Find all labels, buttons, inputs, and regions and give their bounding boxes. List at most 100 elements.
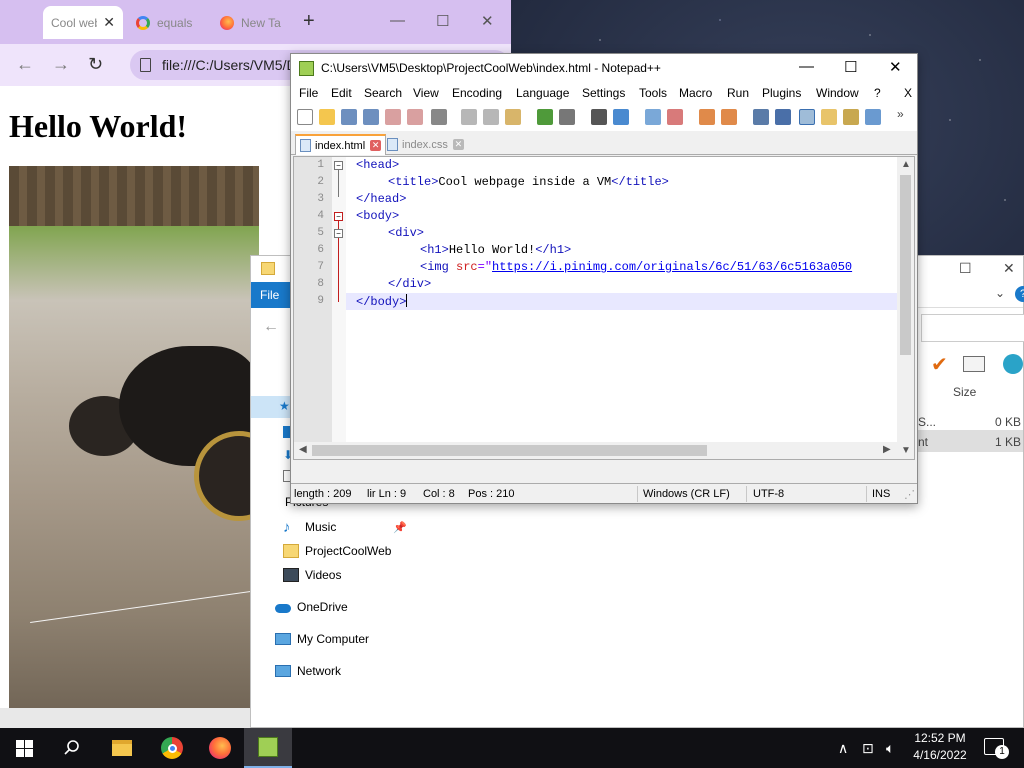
file-ribbon-tab[interactable]: File — [251, 282, 291, 308]
minimize-icon[interactable]: — — [390, 12, 405, 29]
redo-icon[interactable] — [559, 109, 575, 125]
code-editor[interactable]: 1 2 3 4 5 6 7 8 9 − − − <head> <title>Co… — [293, 156, 915, 460]
taskbar-chrome[interactable] — [148, 728, 196, 768]
file-name[interactable]: S... — [918, 415, 936, 429]
globe-icon[interactable] — [1003, 354, 1023, 374]
chevron-up-icon[interactable]: ∧ — [838, 740, 848, 757]
pin-icon[interactable]: 📌 — [393, 521, 407, 534]
nav-item-onedrive[interactable]: OneDrive — [275, 595, 348, 619]
scroll-up-icon[interactable]: ▲ — [901, 159, 911, 170]
tab-index-html[interactable]: index.html ✕ — [295, 134, 387, 155]
sync-vertical-icon[interactable] — [699, 109, 715, 125]
menu-language[interactable]: Language — [516, 86, 569, 100]
menu-window[interactable]: Window — [816, 86, 859, 100]
tab-index-css[interactable]: index.css ✕ — [383, 134, 468, 155]
network-icon[interactable]: ⊡ — [862, 740, 874, 757]
nav-item-music[interactable]: ♪ Music — [283, 515, 336, 539]
chevron-down-icon[interactable]: ⌄ — [995, 286, 1005, 300]
nav-item-videos[interactable]: Videos — [283, 563, 341, 587]
menu-help[interactable]: ? — [874, 86, 881, 100]
status-insert-mode[interactable]: INS — [872, 488, 890, 500]
search-box[interactable] — [921, 314, 1024, 342]
clock-time[interactable]: 12:52 PM — [905, 731, 975, 745]
close-tab-icon[interactable]: ✕ — [452, 139, 464, 150]
doc-map-icon[interactable] — [821, 109, 837, 125]
search-button[interactable] — [48, 728, 96, 768]
nav-item-network[interactable]: Network — [275, 659, 341, 683]
minimize-icon[interactable]: — — [799, 58, 814, 75]
nav-item-my-computer[interactable]: My Computer — [275, 627, 369, 651]
resize-grip-icon[interactable]: ⋰ — [904, 488, 915, 501]
close-icon[interactable]: ✕ — [1003, 260, 1015, 277]
horizontal-scrollbar[interactable]: ◀ ▶ — [294, 442, 899, 459]
new-tab-button[interactable]: + — [303, 10, 315, 33]
menu-tools[interactable]: Tools — [639, 86, 667, 100]
paste-icon[interactable] — [505, 109, 521, 125]
menu-settings[interactable]: Settings — [582, 86, 625, 100]
menu-edit[interactable]: Edit — [331, 86, 352, 100]
maximize-icon[interactable]: ☐ — [844, 58, 857, 76]
notification-icon[interactable]: 1 — [984, 738, 1009, 759]
menu-close-doc[interactable]: X — [904, 86, 912, 100]
undo-icon[interactable] — [537, 109, 553, 125]
menu-plugins[interactable]: Plugins — [762, 86, 801, 100]
start-button[interactable] — [0, 728, 48, 768]
print-icon[interactable] — [431, 109, 447, 125]
status-eol[interactable]: Windows (CR LF) — [643, 488, 730, 500]
menu-encoding[interactable]: Encoding — [452, 86, 502, 100]
menu-file[interactable]: File — [299, 86, 318, 100]
vertical-scrollbar[interactable]: ▲ ▼ — [897, 157, 914, 459]
file-name[interactable]: nt — [918, 435, 928, 449]
taskbar-notepadpp[interactable] — [244, 728, 292, 768]
chrome-tab-new-tab[interactable]: New Ta — [212, 6, 292, 39]
scroll-thumb[interactable] — [900, 175, 911, 355]
image-url-link[interactable]: https://i.pinimg.com/originals/6c/51/63/… — [492, 260, 852, 274]
size-column-header[interactable]: Size — [953, 385, 976, 399]
menu-view[interactable]: View — [413, 86, 439, 100]
scroll-thumb[interactable] — [312, 445, 707, 456]
back-icon[interactable]: ← — [16, 54, 34, 75]
fold-toggle-icon[interactable]: − — [334, 161, 343, 170]
volume-icon[interactable]: 🔈︎ — [886, 740, 894, 757]
indent-guide-icon[interactable] — [799, 109, 815, 125]
rename-icon[interactable] — [963, 356, 985, 372]
save-icon[interactable] — [341, 109, 357, 125]
menu-macro[interactable]: Macro — [679, 86, 712, 100]
zoom-in-icon[interactable] — [645, 109, 661, 125]
scroll-down-icon[interactable]: ▼ — [901, 445, 911, 456]
find-icon[interactable] — [591, 109, 607, 125]
maximize-icon[interactable]: ☐ — [436, 12, 449, 30]
open-file-icon[interactable] — [319, 109, 335, 125]
scroll-left-icon[interactable]: ◀ — [299, 444, 307, 455]
close-all-icon[interactable] — [407, 109, 423, 125]
maximize-icon[interactable]: ☐ — [959, 260, 972, 277]
close-file-icon[interactable] — [385, 109, 401, 125]
show-all-characters-icon[interactable] — [775, 109, 791, 125]
status-encoding[interactable]: UTF-8 — [753, 488, 784, 500]
cut-icon[interactable] — [461, 109, 477, 125]
clock-date[interactable]: 4/16/2022 — [905, 748, 975, 762]
close-icon[interactable]: ✕ — [889, 58, 902, 76]
menu-search[interactable]: Search — [364, 86, 402, 100]
checkmark-icon[interactable]: ✔ — [931, 352, 948, 377]
copy-icon[interactable] — [483, 109, 499, 125]
forward-icon[interactable]: → — [52, 54, 70, 75]
scroll-right-icon[interactable]: ▶ — [883, 444, 891, 455]
back-icon[interactable]: ← — [263, 318, 279, 336]
word-wrap-icon[interactable] — [753, 109, 769, 125]
function-list-icon[interactable] — [843, 109, 859, 125]
sync-horizontal-icon[interactable] — [721, 109, 737, 125]
new-file-icon[interactable] — [297, 109, 313, 125]
chrome-tab-equals[interactable]: equals — [128, 6, 208, 39]
menu-run[interactable]: Run — [727, 86, 749, 100]
taskbar-file-explorer[interactable] — [98, 728, 146, 768]
help-icon[interactable]: ? — [1015, 286, 1024, 302]
replace-icon[interactable] — [613, 109, 629, 125]
taskbar-firefox[interactable] — [196, 728, 244, 768]
close-tab-icon[interactable]: ✕ — [370, 140, 382, 151]
zoom-out-icon[interactable] — [667, 109, 683, 125]
chrome-tab-cool-web[interactable]: Cool web ✕ — [43, 6, 123, 39]
reload-icon[interactable]: ↻ — [88, 54, 103, 75]
fold-toggle-icon[interactable]: − — [334, 229, 343, 238]
fold-toggle-icon[interactable]: − — [334, 212, 343, 221]
